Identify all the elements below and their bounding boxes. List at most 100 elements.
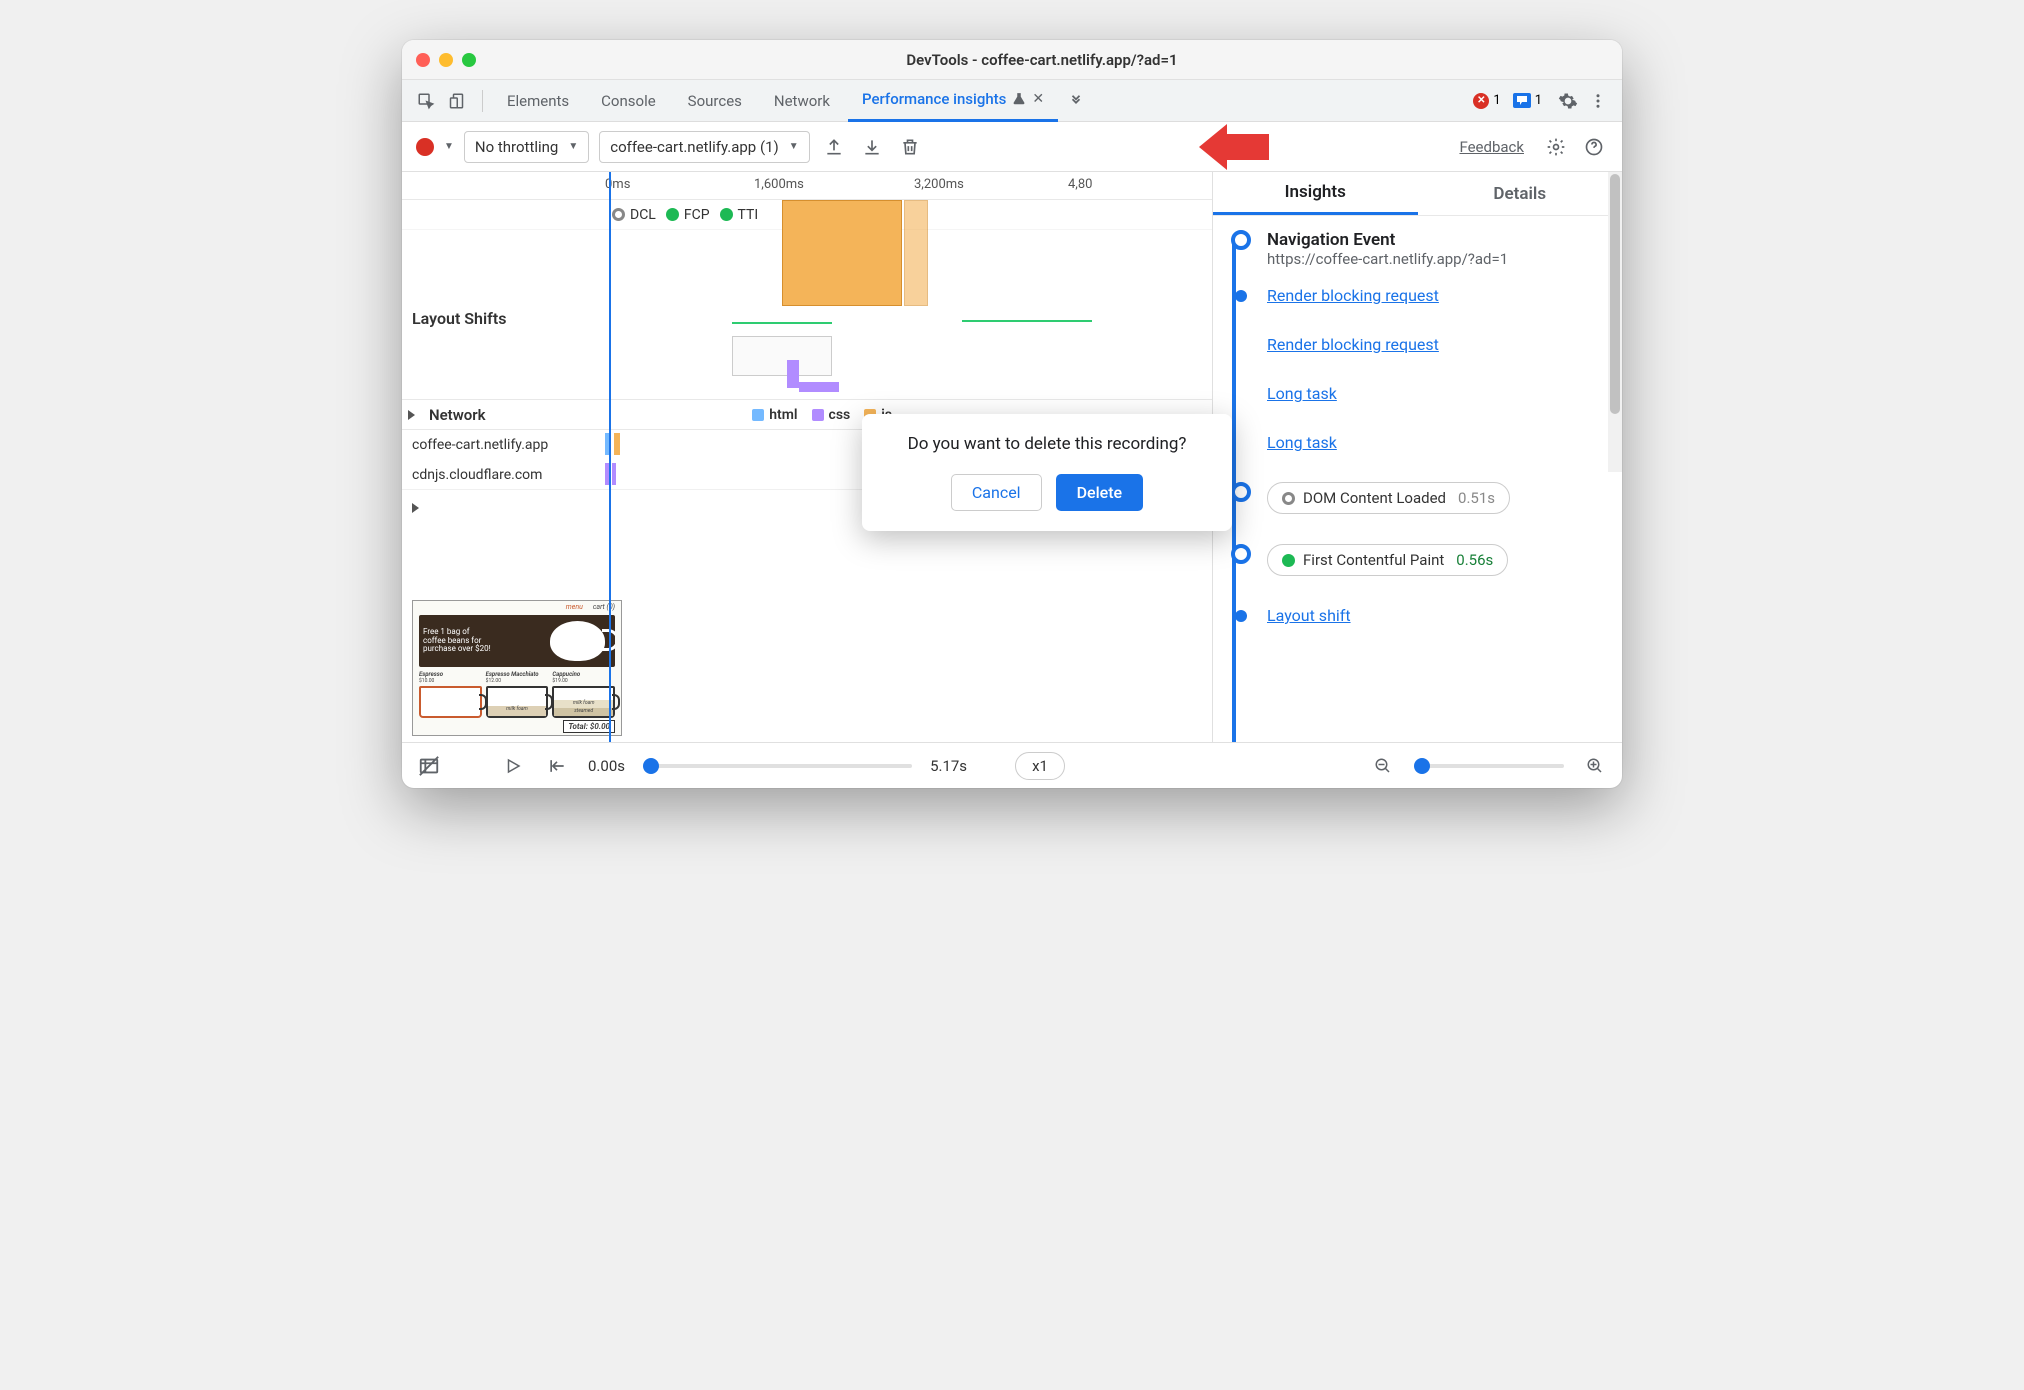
circle-icon [720,208,733,221]
insights-body: Navigation Event https://coffee-cart.net… [1213,216,1622,742]
circle-icon [1282,554,1295,567]
timeline-track [602,230,1212,399]
timeline-slider[interactable] [643,764,912,768]
event-title: Navigation Event [1267,230,1614,250]
scrollbar[interactable] [1608,172,1622,472]
scrollbar-thumb[interactable] [1610,174,1620,414]
download-icon[interactable] [858,133,886,161]
recording-select[interactable]: coffee-cart.netlify.app (1) ▼ [599,131,809,163]
expand-triangle-icon [412,503,419,513]
zoom-out-icon[interactable] [1370,753,1396,779]
event-layout-shift[interactable]: Layout shift [1221,606,1614,625]
window-title: DevTools - coffee-cart.netlify.app/?ad=1 [476,51,1608,69]
tab-console[interactable]: Console [587,80,670,122]
callout-arrow-icon [1199,124,1269,170]
event-link[interactable]: Render blocking request [1267,335,1439,354]
settings-icon[interactable] [1554,87,1582,115]
titlebar: DevTools - coffee-cart.netlify.app/?ad=1 [402,40,1622,80]
event-render-block[interactable]: Render blocking request [1221,335,1614,354]
delete-button[interactable]: Delete [1056,474,1144,511]
thumb-banner: Free 1 bag of coffee beans for purchase … [419,615,615,667]
playback-footer: 0.00s 5.17s x1 [402,742,1622,788]
thumbnail-placeholder [732,336,832,376]
event-long-task[interactable]: Long task [1221,433,1614,452]
event-link[interactable]: Long task [1267,384,1337,403]
event-link[interactable]: Long task [1267,433,1337,452]
modal-message: Do you want to delete this recording? [882,434,1212,454]
legend-html: html [752,407,797,423]
section-label: Network [429,406,486,424]
event-render-block[interactable]: Render blocking request [1221,286,1614,305]
filmstrip-thumbnail[interactable]: menu cart (0) Free 1 bag of coffee beans… [412,600,622,736]
kebab-menu-icon[interactable] [1584,87,1612,115]
event-long-task[interactable]: Long task [1221,384,1614,403]
layout-shift-bar[interactable] [962,320,1092,322]
zoom-slider[interactable] [1414,764,1564,768]
event-link[interactable]: Layout shift [1267,606,1351,625]
recording-value: coffee-cart.netlify.app (1) [610,138,778,156]
request-bar[interactable] [612,463,616,485]
inspect-element-icon[interactable] [412,87,440,115]
marker-tti: TTI [720,207,759,223]
purple-bar[interactable] [799,382,839,392]
event-link[interactable]: Render blocking request [1267,286,1439,305]
time-ruler[interactable]: 0ms 1,600ms 3,200ms 4,80 [402,172,1212,200]
upload-icon[interactable] [820,133,848,161]
feedback-link[interactable]: Feedback [1459,138,1524,156]
panel-settings-icon[interactable] [1542,133,1570,161]
throttling-value: No throttling [475,138,558,156]
info-badge[interactable]: 1 [1513,93,1542,108]
metric-time: 0.56s [1456,551,1493,569]
layout-shift-bar[interactable] [732,322,832,324]
record-button[interactable] [416,138,434,156]
help-icon[interactable] [1580,133,1608,161]
tab-performance-insights[interactable]: Performance insights ✕ [848,80,1058,122]
record-menu-caret[interactable]: ▼ [444,141,454,152]
event-navigation[interactable]: Navigation Event https://coffee-cart.net… [1221,230,1614,268]
tab-elements[interactable]: Elements [493,80,583,122]
marker-fcp: FCP [666,207,710,223]
tab-network[interactable]: Network [760,80,844,122]
coffee-cup-icon [550,621,605,661]
performance-toolbar: ▼ No throttling ▼ coffee-cart.netlify.ap… [402,122,1622,172]
event-fcp[interactable]: First Contentful Paint 0.56s [1221,544,1614,576]
speed-select[interactable]: x1 [1015,752,1065,780]
maximize-window-button[interactable] [462,53,476,67]
zoom-in-icon[interactable] [1582,753,1608,779]
slider-thumb[interactable] [643,758,659,774]
circle-icon [612,208,625,221]
tab-insights[interactable]: Insights [1213,172,1418,215]
delete-icon[interactable] [896,133,924,161]
event-dcl[interactable]: DOM Content Loaded 0.51s [1221,482,1614,514]
badge-count: 1 [1535,93,1542,108]
more-tabs-icon[interactable] [1062,87,1090,115]
ruler-tick: 4,80 [1068,177,1092,192]
rewind-icon[interactable] [544,753,570,779]
ruler-tick: 3,200ms [914,177,964,192]
close-tab-icon[interactable]: ✕ [1032,78,1044,120]
metric-pill: DOM Content Loaded 0.51s [1267,482,1510,514]
circle-icon [1282,492,1295,505]
tab-details[interactable]: Details [1418,172,1623,215]
close-window-button[interactable] [416,53,430,67]
device-toolbar-icon[interactable] [444,87,472,115]
play-icon[interactable] [500,753,526,779]
purple-bar[interactable] [787,360,799,388]
timeline-node-icon [1231,230,1251,250]
markers-row: DCL FCP TTI LCP [402,200,1212,230]
thumb-product: Cappucino$19.00 milk foamsteamed [552,671,615,718]
tab-sources[interactable]: Sources [674,80,756,122]
throttling-select[interactable]: No throttling ▼ [464,131,589,163]
toggle-screenshots-icon[interactable] [416,753,442,779]
slider-thumb[interactable] [1414,758,1430,774]
tab-label: Performance insights [862,78,1006,120]
error-badge[interactable]: ✕1 [1473,93,1500,109]
cancel-button[interactable]: Cancel [951,474,1042,511]
square-icon [752,409,764,421]
metric-pill: First Contentful Paint 0.56s [1267,544,1508,576]
legend-css: css [812,407,851,423]
minimize-window-button[interactable] [439,53,453,67]
request-bar[interactable] [614,433,620,455]
playhead-line[interactable] [609,172,611,742]
flask-icon [1012,92,1026,106]
